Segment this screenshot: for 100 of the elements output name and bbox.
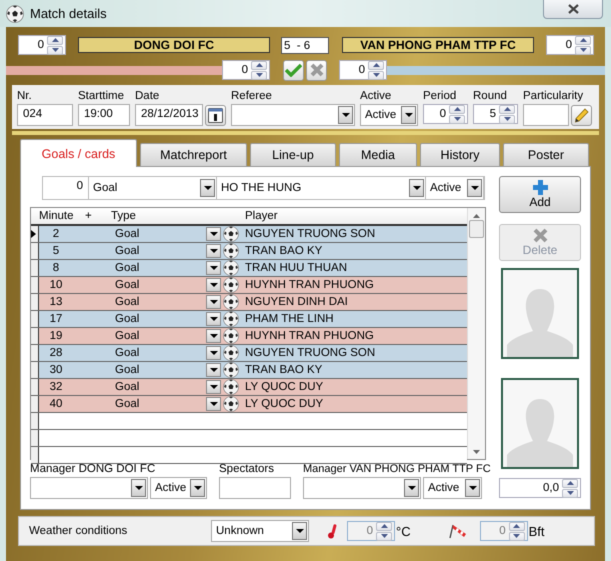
confirm-button[interactable] [283,60,304,80]
dropdown-button[interactable] [206,363,221,377]
tab[interactable]: Line-up [250,143,336,166]
weather-dropdown[interactable]: Unknown [211,520,309,542]
spin-down-button[interactable] [575,46,591,54]
row-header[interactable] [31,413,39,429]
table-row[interactable]: 17 Goal PHAM THE LINH [31,311,467,328]
spin-up-button[interactable] [499,104,515,114]
text-field[interactable]: 19:00 [78,104,130,126]
spin-down-button[interactable] [251,70,267,80]
dropdown-button[interactable] [338,106,353,124]
row-header[interactable] [31,328,39,344]
spin-field[interactable]: 0,0 [499,478,581,498]
dropdown-button[interactable] [401,106,416,124]
spin-field[interactable]: 0 [222,60,270,80]
edit-button[interactable] [571,105,592,126]
empty-table-row[interactable] [31,447,467,464]
close-button[interactable] [543,0,603,19]
row-header[interactable] [31,243,39,259]
status-dropdown[interactable]: Active [150,477,207,499]
dropdown-button[interactable] [465,479,480,497]
row-header[interactable] [31,362,39,378]
dropdown-button[interactable] [206,329,221,343]
spin-up-button[interactable] [449,104,465,114]
row-header[interactable] [31,396,39,412]
empty-table-row[interactable] [31,413,467,430]
dropdown-button[interactable] [206,346,221,360]
text-field[interactable]: 024 [17,104,73,126]
row-header[interactable] [31,260,39,276]
tab[interactable]: Goals / cards [20,139,137,167]
spin-field[interactable]: 0 [339,60,387,80]
row-header[interactable] [31,447,39,463]
spin-down-button[interactable] [449,114,465,124]
scrollbar[interactable] [467,208,485,459]
dropdown-button[interactable] [190,479,205,497]
spin-field[interactable]: 0 [423,104,468,124]
row-header[interactable] [31,345,39,361]
row-header[interactable] [31,430,39,446]
spin-down-button[interactable] [499,114,515,124]
spin-up-button[interactable] [368,60,384,70]
manager-dropdown[interactable] [303,477,421,499]
dropdown-button[interactable] [206,312,221,326]
tab[interactable]: Poster [503,143,589,166]
spin-up-button[interactable] [575,36,591,44]
dropdown-button[interactable] [206,380,221,394]
text-field[interactable] [523,104,569,126]
caret-icon [210,385,218,389]
row-header[interactable] [31,379,39,395]
row-header[interactable] [31,226,39,242]
dropdown-button[interactable] [206,397,221,411]
table-row[interactable]: 19 Goal HUYNH TRAN PHUONG [31,328,467,345]
dropdown[interactable] [231,104,355,126]
tab[interactable]: Matchreport [140,143,247,166]
spin-down-button[interactable] [47,46,63,54]
action-button[interactable]: Add [499,176,581,213]
spin-down-button[interactable] [562,488,578,498]
tab[interactable]: History [420,143,500,166]
spin-down-button[interactable] [368,70,384,80]
spin-field[interactable]: 0 [18,35,66,55]
dropdown-button[interactable] [206,244,221,258]
dropdown-button[interactable] [467,179,482,197]
dropdown-button[interactable] [292,522,307,540]
date-field[interactable]: 28/12/2013 [135,104,203,126]
table-row[interactable]: 8 Goal TRAN HUU THUAN [31,260,467,277]
table-row[interactable]: 30 Goal TRAN BAO KY [31,362,467,379]
dropdown-button[interactable] [200,179,215,197]
cancel-button[interactable] [306,60,327,80]
spin-up-button[interactable] [47,36,63,44]
row-header[interactable] [31,294,39,310]
table-row[interactable]: 13 Goal NGUYEN DINH DAI [31,294,467,311]
score-field[interactable]: 5 - 6 [281,36,329,54]
status-dropdown[interactable]: Active [423,477,482,499]
table-row[interactable]: 32 Goal LY QUOC DUY [31,379,467,396]
check-icon [285,63,302,77]
dropdown[interactable]: Active [360,104,418,126]
empty-table-row[interactable] [31,430,467,447]
table-row[interactable]: 10 Goal HUYNH TRAN PHUONG [31,277,467,294]
dropdown-button[interactable] [206,227,221,241]
dropdown-button[interactable] [206,278,221,292]
table-row[interactable]: 5 Goal TRAN BAO KY [31,243,467,260]
spectators-field[interactable] [219,477,291,499]
dropdown-button[interactable] [131,479,146,497]
dropdown-button[interactable] [206,261,221,275]
scrollbar-thumb[interactable] [469,220,484,238]
spin-field[interactable]: 5 [473,104,518,124]
tab[interactable]: Media [339,143,417,166]
dropdown-button[interactable] [206,295,221,309]
row-header[interactable] [31,277,39,293]
row-header[interactable] [31,311,39,327]
table-row[interactable]: 28 Goal NGUYEN TRUONG SON [31,345,467,362]
dropdown-button[interactable] [409,179,424,197]
dropdown-button[interactable] [404,479,419,497]
spin-up-button[interactable] [251,60,267,70]
calendar-button[interactable] [205,105,226,126]
table-row[interactable]: 40 Goal LY QUOC DUY [31,396,467,413]
spin-field[interactable]: 0 [546,35,594,55]
manager-dropdown[interactable] [30,477,148,499]
table-cell-text: 40 [48,398,64,410]
table-row[interactable]: 2 Goal NGUYEN TRUONG SON [31,226,467,243]
spin-up-button[interactable] [562,478,578,488]
